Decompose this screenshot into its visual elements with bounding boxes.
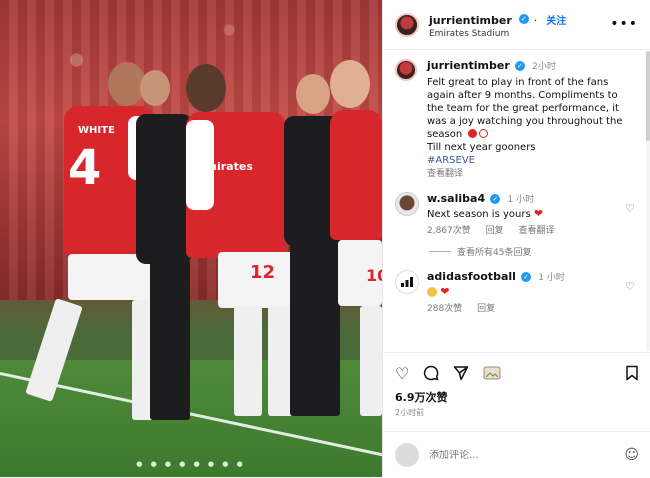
white-circle-icon — [479, 129, 489, 139]
avatar[interactable] — [395, 192, 419, 217]
red-heart-icon: ❤ — [533, 207, 544, 221]
comment-text: Next season is yours — [427, 209, 531, 221]
comment-time: 1 小时 — [538, 273, 565, 284]
caption-username[interactable]: jurrientimber — [427, 59, 510, 72]
verified-icon: ✓ — [521, 272, 532, 283]
see-translation-link[interactable]: 查看翻译 — [519, 226, 555, 236]
smiley-icon[interactable]: ☺ — [624, 447, 639, 463]
see-translation-link[interactable]: 查看翻译 — [427, 169, 627, 181]
view-replies-label[interactable]: 查看所有45条回复 — [457, 245, 531, 258]
likes-count[interactable]: 6.9万次赞 — [383, 385, 650, 405]
view-replies-link[interactable]: 查看所有45条回复 — [383, 237, 649, 258]
scrollbar-thumb[interactable] — [646, 51, 650, 141]
heart-outline-icon[interactable]: ♡ — [625, 281, 635, 292]
caption-main: Felt great to play in front of the fans … — [427, 76, 623, 140]
post-caption: jurrientimber ✓ 2小时 Felt great to play i… — [383, 51, 649, 180]
player-number: 4 — [68, 140, 102, 196]
action-bar: ♡ 6.9万次赞 2小时前 ☺ — [383, 352, 650, 477]
carousel-indicator[interactable]: ● ● ● ● ● ● ● ● — [0, 460, 382, 468]
speech-bubble-icon[interactable] — [423, 365, 439, 384]
avatar[interactable] — [395, 12, 419, 37]
verified-icon: ✓ — [514, 61, 525, 71]
caption-text: Felt great to play in front of the fans … — [427, 76, 627, 181]
comment-item: w.saliba4 ✓ 1 小时 Next season is yours ❤ … — [383, 180, 649, 237]
sponsor-label: Emirates — [198, 160, 253, 173]
separator-dot: · — [533, 15, 538, 27]
player-number: 10 — [366, 266, 382, 285]
hashtag-link[interactable]: #ARSEVE — [427, 154, 627, 167]
player-number: 12 — [250, 262, 276, 283]
post-side-panel: jurrientimber ✓ · 关注 Emirates Stadium ••… — [382, 0, 650, 477]
add-comment-bar: ☺ — [383, 431, 650, 478]
verified-icon: ✓ — [490, 194, 501, 205]
follow-button[interactable]: 关注 — [546, 16, 566, 27]
comment-likes[interactable]: 288次赞 — [427, 304, 462, 314]
reply-button[interactable]: 回复 — [477, 304, 495, 314]
verified-icon: ✓ — [518, 14, 529, 25]
caption-tail: Till next year gooners — [427, 141, 536, 153]
avatar[interactable] — [395, 59, 417, 81]
red-circle-icon — [468, 129, 478, 139]
paper-plane-icon[interactable] — [453, 365, 469, 384]
red-heart-icon: ❤ — [440, 285, 450, 299]
divider — [429, 251, 451, 253]
adidas-logo-icon — [401, 277, 413, 288]
player-name-label: WHITE — [78, 125, 115, 136]
bookmark-icon[interactable] — [625, 365, 639, 384]
avatar[interactable] — [395, 270, 419, 295]
post-photo[interactable]: WHITE 4 Emirates 12 10 ● ● ● ● ● ● ● ● — [0, 0, 382, 477]
location-label[interactable]: Emirates Stadium — [429, 29, 566, 40]
post-header: jurrientimber ✓ · 关注 Emirates Stadium ••… — [383, 0, 650, 50]
comment-likes[interactable]: 2,867次赞 — [427, 226, 471, 236]
heart-outline-icon[interactable]: ♡ — [395, 366, 409, 382]
header-username[interactable]: jurrientimber — [429, 14, 512, 27]
comment-input[interactable] — [429, 449, 589, 461]
gif-sticker-icon[interactable] — [483, 366, 501, 383]
reply-button[interactable]: 回复 — [486, 226, 504, 236]
heart-outline-icon[interactable]: ♡ — [625, 203, 635, 214]
comment-username[interactable]: w.saliba4 — [427, 192, 485, 205]
avatar — [395, 443, 419, 467]
smiling-face-icon — [427, 287, 437, 298]
caption-time: 2小时 — [532, 62, 556, 72]
comment-item: adidasfootball ✓ 1 小时 ❤ 288次赞 回复 ♡ — [383, 258, 649, 315]
comment-username[interactable]: adidasfootball — [427, 270, 516, 283]
more-dots-icon[interactable]: ••• — [610, 16, 638, 32]
comment-time: 1 小时 — [507, 195, 535, 206]
comments-scroll-area[interactable]: jurrientimber ✓ 2小时 Felt great to play i… — [383, 51, 649, 351]
posted-ago: 2小时前 — [395, 408, 425, 417]
